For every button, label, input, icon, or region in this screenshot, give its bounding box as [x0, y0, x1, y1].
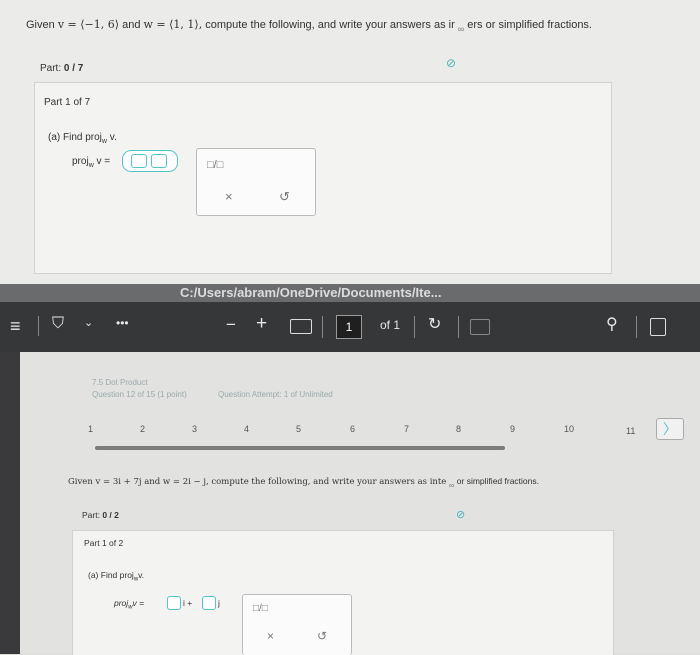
zoom-in-button[interactable]: + [256, 313, 267, 335]
part-of-label: Part 1 of 7 [44, 97, 91, 108]
part-progress: Part: 0 / 7 [40, 63, 84, 74]
chevron-down-icon[interactable]: ⌄ [84, 316, 93, 329]
zoom-out-button[interactable]: − [226, 315, 236, 335]
j-coefficient-input[interactable] [202, 596, 216, 610]
question-nav-item[interactable]: 10 [564, 424, 574, 434]
page-count: of 1 [380, 318, 401, 332]
lower-math-toolbox: □/□ × ↺ [242, 594, 352, 655]
page-number-input[interactable]: 1 [336, 315, 362, 339]
part-of-label: Part 1 of 2 [84, 538, 124, 548]
question-nav-item[interactable]: 5 [296, 424, 301, 434]
section-title: 7.5 Dot Product [92, 378, 148, 387]
rotate-icon[interactable]: ↻ [428, 314, 441, 334]
divider [414, 316, 415, 338]
attempt-counter: Question Attempt: 1 of Unlimited [218, 390, 333, 399]
fit-width-icon[interactable] [290, 319, 312, 334]
vector-answer-field[interactable] [122, 150, 178, 172]
left-sidebar [0, 352, 20, 654]
question-nav-item[interactable]: 11 [626, 426, 635, 436]
question-text: compute the following, and write your an… [205, 19, 455, 31]
math-toolbox: □/□ × ↺ [196, 148, 316, 216]
sub-question-a: (a) Find projw v. [48, 132, 117, 145]
question-nav-item[interactable]: 3 [192, 424, 197, 434]
search-icon[interactable]: ⚲ [606, 314, 618, 334]
part-card [34, 82, 612, 274]
vector-w: w = ⟨1, 1⟩, [143, 18, 203, 31]
top-page: Given v = ⟨−1, 6⟩ and w = ⟨1, 1⟩, comput… [0, 0, 700, 292]
page-view-icon[interactable] [470, 319, 490, 335]
file-path-band: C:/Users/abram/OneDrive/Documents/Ite... [0, 284, 700, 302]
next-question-button[interactable]: 〉 [656, 418, 684, 440]
chevron-circle-icon[interactable]: ⊘ [446, 56, 456, 70]
question-nav-item[interactable]: 8 [456, 424, 461, 434]
question-nav-item[interactable]: 2 [140, 424, 145, 434]
fraction-button[interactable]: □/□ [207, 159, 223, 171]
question-nav-item[interactable]: 6 [350, 424, 355, 434]
more-icon[interactable]: ••• [116, 316, 129, 330]
infinity-icon: ∞ [448, 481, 455, 490]
menu-icon[interactable]: ≡ [10, 316, 21, 337]
save-icon[interactable] [650, 318, 666, 336]
divider [322, 316, 323, 338]
question-text: Given [26, 19, 55, 31]
divider [636, 316, 637, 338]
file-path-text: C:/Users/abram/OneDrive/Documents/Ite... [180, 285, 442, 300]
chevron-circle-icon[interactable]: ⊘ [456, 508, 465, 521]
lower-sub-question-a: (a) Find projwv. [88, 570, 145, 583]
lower-question: Given v = 3i + 7j and w = 2i − j, comput… [68, 476, 539, 490]
lower-proj-label: projwv = [114, 598, 145, 611]
answer-x-input[interactable] [131, 154, 147, 168]
filter-icon[interactable]: ⛉ [52, 315, 64, 333]
top-question: Given v = ⟨−1, 6⟩ and w = ⟨1, 1⟩, comput… [26, 18, 592, 34]
pdf-toolbar: ≡ ⛉ ⌄ ••• − + 1 of 1 ↻ ⚲ [0, 302, 700, 352]
question-nav-item[interactable]: 4 [244, 424, 249, 434]
divider [38, 316, 39, 336]
question-nav-item[interactable]: 1 [88, 424, 93, 434]
question-counter: Question 12 of 15 (1 point) [92, 390, 187, 399]
question-nav-scrollbar[interactable] [95, 446, 505, 450]
infinity-icon: ∞ [457, 24, 465, 34]
proj-label: projw v = [72, 156, 111, 169]
question-nav-item[interactable]: 7 [404, 424, 409, 434]
vector-v: v = ⟨−1, 6⟩ [57, 18, 120, 31]
clear-button[interactable]: × [267, 629, 274, 643]
answer-y-input[interactable] [151, 154, 167, 168]
undo-button[interactable]: ↺ [317, 629, 327, 643]
lower-part-progress: Part: 0 / 2 [82, 510, 119, 520]
divider [458, 316, 459, 338]
clear-button[interactable]: × [225, 189, 233, 204]
question-text: and [122, 19, 141, 31]
i-unit-label: i + [183, 598, 193, 608]
i-coefficient-input[interactable] [167, 596, 181, 610]
j-unit-label: j [218, 598, 220, 608]
question-text: ers or simplified fractions. [467, 19, 592, 31]
question-nav-item[interactable]: 9 [510, 424, 515, 434]
fraction-button[interactable]: □/□ [253, 603, 268, 614]
undo-button[interactable]: ↺ [279, 189, 290, 205]
